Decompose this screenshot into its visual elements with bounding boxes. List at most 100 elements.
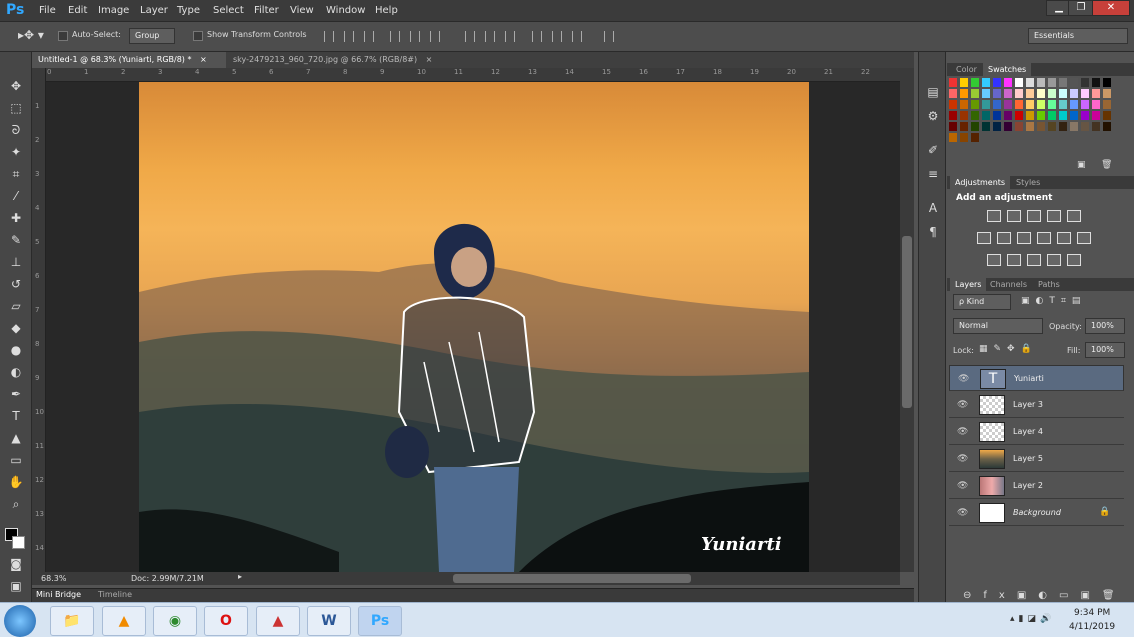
color-swatch[interactable] <box>1103 78 1111 87</box>
swatches-grid[interactable] <box>949 78 1129 162</box>
distribute-left-icon[interactable] <box>532 31 542 42</box>
delete-swatch-icon[interactable]: 🗑 <box>1101 160 1112 170</box>
menu-type[interactable]: Type <box>177 5 200 16</box>
menu-help[interactable]: Help <box>375 5 398 16</box>
color-swatch[interactable] <box>1059 100 1067 109</box>
new-swatch-icon[interactable]: ▣ <box>1077 160 1086 170</box>
color-swatch[interactable] <box>993 78 1001 87</box>
screen-mode-icon[interactable]: ▣ <box>7 578 25 594</box>
color-swatch[interactable] <box>1081 111 1089 120</box>
lasso-tool-icon[interactable]: ᘐ <box>7 122 25 138</box>
color-swatch[interactable] <box>982 122 990 131</box>
menu-window[interactable]: Window <box>326 5 365 16</box>
color-swatch[interactable] <box>1015 111 1023 120</box>
menu-view[interactable]: View <box>290 5 314 16</box>
type-tool-icon[interactable]: T <box>7 408 25 424</box>
tab-sky-image[interactable]: sky-2479213_960_720.jpg @ 66.7% (RGB/8#)… <box>227 52 447 68</box>
auto-select-dropdown[interactable]: Group <box>129 28 175 44</box>
healing-brush-tool-icon[interactable]: ✚ <box>7 210 25 226</box>
maximize-button[interactable]: ❐ <box>1068 0 1094 16</box>
zoom-tool-icon[interactable]: ⌕ <box>7 496 25 512</box>
menu-file[interactable]: File <box>39 5 56 16</box>
layer-filter-icons[interactable]: ▣◐T⌗▤ <box>1021 296 1086 306</box>
color-swatch[interactable] <box>1026 122 1034 131</box>
color-swatch[interactable] <box>982 100 990 109</box>
visibility-eye-icon[interactable]: 👁 <box>958 374 969 384</box>
color-swatch[interactable] <box>960 133 968 142</box>
layer-row-layer-4[interactable]: 👁 Layer 4 <box>949 419 1124 445</box>
auto-align-icon[interactable] <box>604 31 614 42</box>
color-swatch[interactable] <box>1004 78 1012 87</box>
history-brush-tool-icon[interactable]: ↺ <box>7 276 25 292</box>
history-panel-icon[interactable]: ▤ <box>924 84 942 100</box>
color-swatch[interactable] <box>1081 122 1089 131</box>
opera-taskbar-icon[interactable]: O <box>204 606 248 636</box>
tab-color[interactable]: Color <box>951 63 982 76</box>
magic-wand-tool-icon[interactable]: ✦ <box>7 144 25 160</box>
color-swatch[interactable] <box>1026 78 1034 87</box>
layer-row-background[interactable]: 👁 Background 🔒 <box>949 500 1124 526</box>
color-swatch[interactable] <box>982 111 990 120</box>
color-swatch[interactable] <box>993 122 1001 131</box>
word-taskbar-icon[interactable]: W <box>307 606 351 636</box>
pen-tool-icon[interactable]: ✒ <box>7 386 25 402</box>
color-swatch[interactable] <box>1048 100 1056 109</box>
posterize-adjust-icon[interactable] <box>1007 254 1021 266</box>
color-swatch[interactable] <box>1081 89 1089 98</box>
brush-tool-icon[interactable]: ✎ <box>7 232 25 248</box>
color-swatch[interactable] <box>1026 100 1034 109</box>
vibrance-adjust-icon[interactable] <box>1067 210 1081 222</box>
photo-filter-adjust-icon[interactable] <box>1037 232 1051 244</box>
color-swatch[interactable] <box>1070 111 1078 120</box>
workspace-dropdown[interactable]: Essentials <box>1028 28 1128 44</box>
brush-panel-icon[interactable]: ≡ <box>924 166 942 182</box>
character-panel-icon[interactable]: A <box>924 200 942 216</box>
auto-select-checkbox[interactable] <box>58 31 68 41</box>
color-swatch[interactable] <box>1004 122 1012 131</box>
align-right-icon[interactable] <box>430 31 440 42</box>
blur-tool-icon[interactable]: ● <box>7 342 25 358</box>
color-swatch[interactable] <box>1048 89 1056 98</box>
invert-adjust-icon[interactable] <box>987 254 1001 266</box>
color-swatch[interactable] <box>993 111 1001 120</box>
color-swatch[interactable] <box>1004 89 1012 98</box>
color-swatch[interactable] <box>1070 89 1078 98</box>
threshold-adjust-icon[interactable] <box>1027 254 1041 266</box>
color-swatch[interactable] <box>960 111 968 120</box>
color-swatch[interactable] <box>1081 78 1089 87</box>
brush-presets-icon[interactable]: ✐ <box>924 142 942 158</box>
opacity-input[interactable]: 100% <box>1085 318 1125 334</box>
layer-row-yuniarti[interactable]: 👁 T Yuniarti <box>949 365 1124 391</box>
levels-adjust-icon[interactable] <box>1007 210 1021 222</box>
status-arrow-icon[interactable]: ▸ <box>238 572 242 581</box>
quick-mask-icon[interactable]: ◙ <box>7 556 25 572</box>
distribute-hcenter-icon[interactable] <box>552 31 562 42</box>
path-selection-tool-icon[interactable]: ▲ <box>7 430 25 446</box>
exposure-adjust-icon[interactable] <box>1047 210 1061 222</box>
color-swatch[interactable] <box>1059 89 1067 98</box>
color-swatch[interactable] <box>1103 122 1111 131</box>
lock-icons[interactable]: ▦✎✥🔒 <box>979 344 1038 354</box>
marquee-tool-icon[interactable]: ⬚ <box>7 100 25 116</box>
color-swatch[interactable] <box>949 100 957 109</box>
color-balance-adjust-icon[interactable] <box>997 232 1011 244</box>
color-swatch[interactable] <box>1037 89 1045 98</box>
color-swatch[interactable] <box>1092 89 1100 98</box>
paragraph-panel-icon[interactable]: ¶ <box>924 224 942 240</box>
tab-adjustments[interactable]: Adjustments <box>950 176 1011 189</box>
tab-layers[interactable]: Layers <box>950 278 987 291</box>
visibility-eye-icon[interactable]: 👁 <box>957 454 968 464</box>
menu-edit[interactable]: Edit <box>68 5 87 16</box>
color-swatch[interactable] <box>1092 100 1100 109</box>
layer-row-layer-5[interactable]: 👁 Layer 5 <box>949 446 1124 472</box>
blend-mode-dropdown[interactable]: Normal <box>953 318 1043 334</box>
photoshop-taskbar-icon[interactable]: Ps <box>358 606 402 636</box>
align-vcenter-icon[interactable] <box>344 31 354 42</box>
tab-timeline[interactable]: Timeline <box>98 590 132 599</box>
color-swatch[interactable] <box>1070 122 1078 131</box>
color-swatch[interactable] <box>971 111 979 120</box>
crop-tool-icon[interactable]: ⌗ <box>7 166 25 182</box>
color-swatch[interactable] <box>1103 100 1111 109</box>
tab-paths[interactable]: Paths <box>1033 278 1065 291</box>
color-swatch[interactable] <box>960 89 968 98</box>
